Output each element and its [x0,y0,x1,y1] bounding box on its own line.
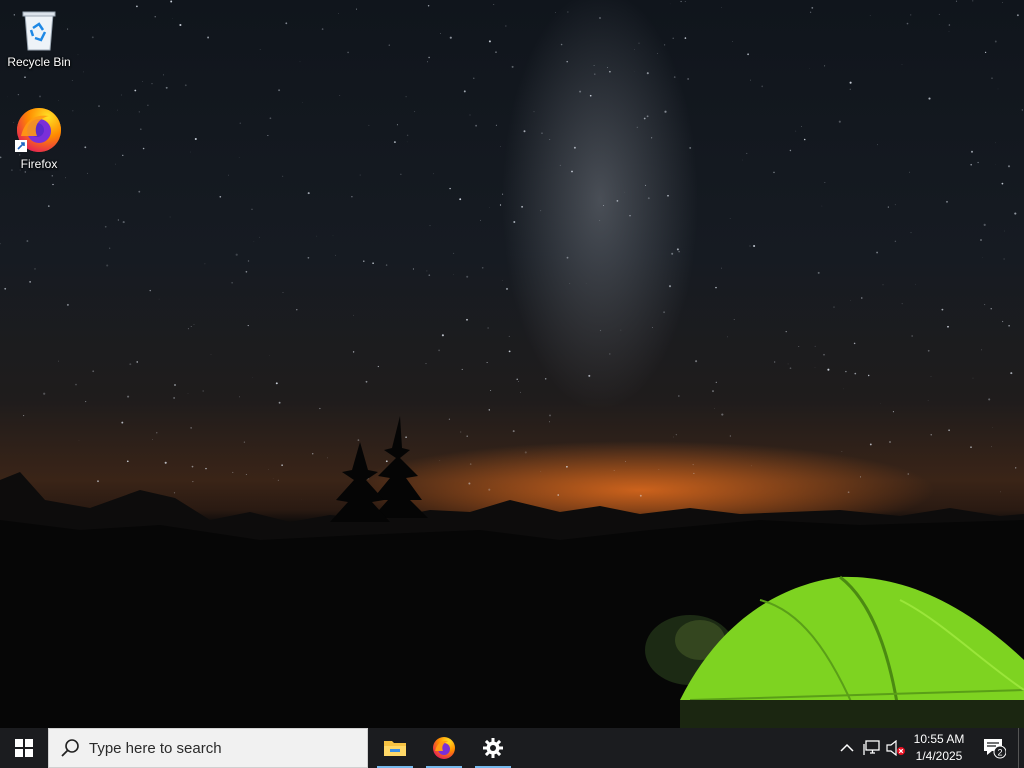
search-icon [61,739,79,757]
taskbar-search-box[interactable]: Type here to search [48,728,368,768]
notification-count: 2 [997,748,1002,758]
volume-muted-icon [886,740,905,756]
network-icon [863,740,880,755]
network-status-button[interactable] [860,728,884,768]
start-button[interactable] [0,728,48,768]
search-placeholder: Type here to search [89,739,222,757]
taskbar-firefox[interactable] [424,728,464,768]
show-hidden-icons-button[interactable] [836,728,858,768]
desktop-wallpaper [0,0,1024,728]
firefox-icon [15,108,61,152]
taskbar-clock[interactable]: 10:55 AM 1/4/2025 [904,728,974,768]
desktop-icon-label: Firefox [20,157,58,171]
desktop-icon-recycle-bin[interactable]: Recycle Bin [0,8,78,69]
desktop-icon-firefox[interactable]: Firefox [0,106,78,171]
taskbar: Type here to search 10:55 AM 1/4/2025 2 [0,728,1024,768]
taskbar-settings[interactable] [473,728,513,768]
chevron-up-icon [840,743,854,752]
gear-icon [483,738,503,758]
firefox-icon [433,737,455,759]
clock-time: 10:55 AM [913,732,965,746]
recycle-bin-icon [22,11,56,51]
notification-icon: 2 [984,739,1006,759]
show-desktop-button[interactable] [1018,728,1024,768]
action-center-button[interactable]: 2 [978,728,1010,768]
night-sky-scene [0,0,1024,728]
desktop-icon-label: Recycle Bin [7,55,71,69]
taskbar-file-explorer[interactable] [375,728,415,768]
clock-date: 1/4/2025 [915,749,963,763]
folder-icon [384,741,406,756]
windows-logo-icon [15,739,33,757]
